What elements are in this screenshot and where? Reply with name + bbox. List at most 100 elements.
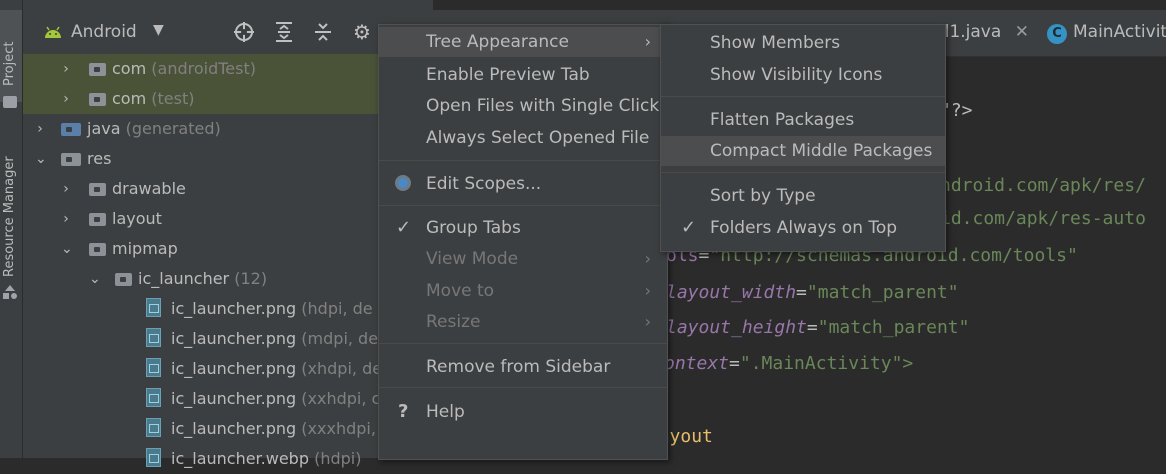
image-file-icon: [146, 418, 161, 437]
tree-item-file[interactable]: ic_launcher.webp (hdpi): [23, 444, 433, 474]
menu-separator: [379, 343, 667, 344]
gear-icon[interactable]: ⚙: [353, 20, 371, 44]
menu-item-edit-scopes[interactable]: Edit Scopes...: [379, 169, 667, 199]
chevron-down-icon[interactable]: ▼: [153, 22, 164, 38]
menu-item-label: Help: [426, 402, 465, 422]
tree-item-mipmap[interactable]: ⌄ mipmap: [23, 234, 433, 264]
menu-item-group-tabs[interactable]: ✓ Group Tabs: [379, 213, 667, 243]
tree-item-label: ic_launcher.png: [171, 329, 297, 348]
menu-item-always-select-opened-file[interactable]: Always Select Opened File: [379, 123, 667, 153]
menu-item-view-mode[interactable]: View Mode ›: [379, 244, 667, 274]
chevron-right-icon[interactable]: ›: [35, 114, 45, 144]
tree-item-file[interactable]: ic_launcher.png (hdpi, de: [23, 294, 433, 324]
tree-item-file[interactable]: ic_launcher.png (xxhdpi, c: [23, 384, 433, 414]
chevron-right-icon[interactable]: ›: [61, 174, 71, 204]
tree-item-file[interactable]: ic_launcher.png (mdpi, de: [23, 324, 433, 354]
menu-item-enable-preview-tab[interactable]: Enable Preview Tab: [379, 60, 667, 90]
chevron-down-icon[interactable]: ⌄: [35, 144, 47, 174]
collapse-all-icon[interactable]: [313, 21, 333, 47]
tree-item-layout[interactable]: › layout: [23, 204, 433, 234]
menu-item-open-files-single-click[interactable]: Open Files with Single Click: [379, 91, 667, 121]
tab-label: MainActivit: [1073, 22, 1166, 42]
tree-item-java-generated[interactable]: › java (generated): [23, 114, 433, 144]
project-tool-button[interactable]: Project: [0, 10, 22, 108]
menu-item-label: Edit Scopes...: [426, 174, 542, 194]
tree-item-suffix: (androidTest): [151, 59, 256, 78]
tree-item-file[interactable]: ic_launcher.png (xxxhdpi,: [23, 414, 433, 444]
menu-item-sort-by-type[interactable]: Sort by Type: [661, 181, 945, 211]
code-line: layout_height="match_parent": [666, 317, 970, 338]
tree-item-suffix: (xxhdpi, c: [301, 389, 381, 408]
project-tool-label: Project: [2, 41, 17, 86]
menu-item-remove-from-sidebar[interactable]: Remove from Sidebar: [379, 352, 667, 382]
code-token: layout_height: [666, 317, 807, 338]
tree-item-drawable[interactable]: › drawable: [23, 174, 433, 204]
menu-item-label: Compact Middle Packages: [710, 141, 933, 161]
menu-item-show-members[interactable]: Show Members: [661, 28, 945, 58]
chevron-down-icon[interactable]: ⌄: [89, 264, 101, 294]
tree-item-suffix: (hdpi): [314, 449, 362, 468]
menu-item-label: Enable Preview Tab: [426, 65, 590, 85]
tree-appearance-submenu: Show Members Show Visibility Icons Flatt…: [660, 24, 946, 252]
tab-label: il1.java: [940, 22, 1002, 42]
menu-item-label: View Mode: [426, 249, 519, 269]
menu-item-resize[interactable]: Resize ›: [379, 307, 667, 337]
tab-main-activity[interactable]: C MainActivit: [1047, 22, 1166, 44]
tree-item-suffix: (xxxhdpi,: [301, 419, 376, 438]
image-file-icon: [146, 298, 161, 317]
close-icon[interactable]: ✕: [1015, 22, 1029, 42]
menu-separator: [379, 205, 667, 206]
image-file-icon: [146, 328, 161, 347]
tree-item-suffix: (generated): [125, 119, 221, 138]
context-menu: Tree Appearance › Enable Preview Tab Ope…: [378, 24, 668, 460]
chevron-right-icon[interactable]: ›: [61, 84, 71, 114]
shapes-icon: [3, 285, 17, 299]
menu-item-flatten-packages[interactable]: Flatten Packages: [661, 105, 945, 135]
menu-item-label: Move to: [426, 281, 495, 301]
tab-java-file[interactable]: il1.java ✕: [940, 22, 1029, 42]
menu-item-label: Open Files with Single Click: [426, 96, 660, 116]
tree-item-com-androidtest[interactable]: › com (androidTest): [23, 54, 433, 84]
code-token: ndroid.com/apk/res/: [940, 175, 1146, 196]
tree-item-label: layout: [112, 209, 162, 228]
view-selector[interactable]: Android: [71, 22, 137, 42]
tree-item-label: mipmap: [112, 239, 178, 258]
tree-item-suffix: (mdpi, de: [301, 329, 379, 348]
tree-item-label: ic_launcher.png: [171, 359, 297, 378]
resource-manager-label: Resource Manager: [2, 156, 17, 277]
menu-item-tree-appearance[interactable]: Tree Appearance ›: [379, 27, 667, 57]
tree-item-label: ic_launcher: [138, 269, 230, 288]
tree-item-res[interactable]: ⌄ res: [23, 144, 433, 174]
image-file-icon: [146, 388, 161, 407]
menu-item-label: Sort by Type: [710, 186, 816, 206]
menu-item-compact-middle-packages[interactable]: Compact Middle Packages: [661, 136, 945, 166]
generated-folder-icon: [61, 123, 81, 136]
resource-folder-icon: [61, 153, 81, 166]
code-token: "match_parent": [817, 317, 970, 338]
tree-item-label: ic_launcher.png: [171, 419, 297, 438]
locate-icon[interactable]: [233, 21, 255, 47]
menu-item-label: Resize: [426, 312, 481, 332]
menu-item-help[interactable]: ? Help: [379, 397, 667, 427]
menu-separator: [661, 96, 945, 97]
folder-icon: [89, 183, 106, 196]
menu-item-move-to[interactable]: Move to ›: [379, 276, 667, 306]
resource-manager-tool-button[interactable]: Resource Manager: [0, 135, 22, 285]
expand-all-icon[interactable]: [274, 21, 294, 47]
menu-item-folders-always-on-top[interactable]: ✓ Folders Always on Top: [661, 213, 945, 243]
menu-item-show-visibility-icons[interactable]: Show Visibility Icons: [661, 60, 945, 90]
help-icon: ?: [398, 401, 409, 422]
chevron-right-icon: ›: [644, 32, 651, 51]
chevron-right-icon[interactable]: ›: [61, 54, 71, 84]
tree-item-com-test[interactable]: › com (test): [23, 84, 433, 114]
menu-item-label: Show Visibility Icons: [710, 65, 883, 85]
package-icon: [89, 63, 106, 76]
checkmark-icon: ✓: [396, 217, 412, 238]
menu-separator: [379, 387, 667, 388]
tree-item-ic-launcher[interactable]: ⌄ ic_launcher (12): [23, 264, 433, 294]
chevron-right-icon[interactable]: ›: [61, 204, 71, 234]
code-line: id.com/apk/res-auto: [940, 208, 1146, 229]
chevron-down-icon[interactable]: ⌄: [61, 234, 73, 264]
tree-item-file[interactable]: ic_launcher.png (xhdpi, de: [23, 354, 433, 384]
code-line: ndroid.com/apk/res/: [940, 175, 1146, 196]
